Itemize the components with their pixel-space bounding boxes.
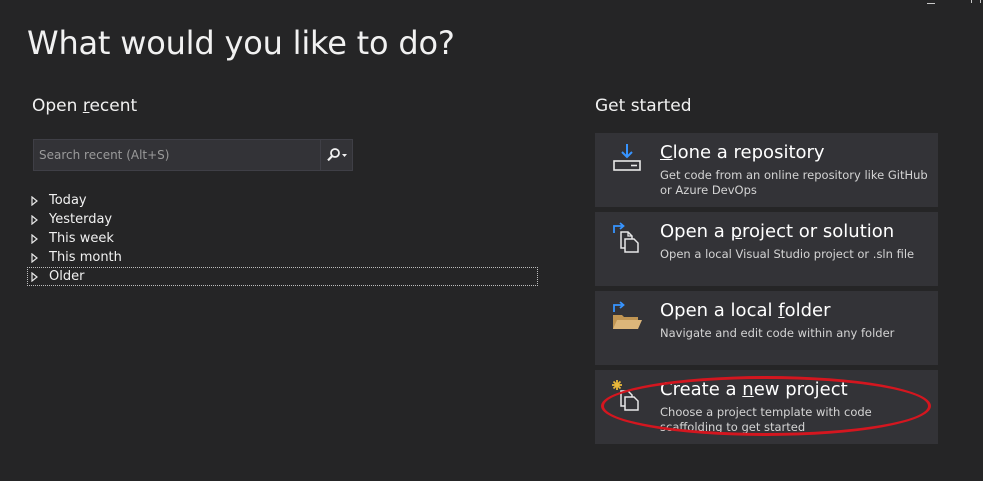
folder-icon [613,301,642,329]
card-description: Get code from an online repository like … [660,168,928,197]
card-description: Navigate and edit code within any folder [660,326,895,340]
card-description: Open a local Visual Studio project or .s… [660,247,915,261]
recent-group-label: This week [49,231,114,246]
recent-group-today[interactable]: Today [27,191,538,210]
open-project-icon [613,222,639,253]
chevron-right-icon [31,214,49,225]
open-project-button[interactable]: Open a project or solution Open a local … [595,212,938,286]
search-icon [326,148,347,162]
maximize-icon[interactable] [971,0,981,3]
get-started-heading: Get started [595,96,692,116]
recent-group-yesterday[interactable]: Yesterday [27,210,538,229]
recent-group-this-month[interactable]: This month [27,248,538,267]
window-controls [893,0,983,6]
chevron-right-icon [31,271,49,282]
clone-repository-button[interactable]: Clone a repository Get code from an onli… [595,133,938,207]
search-recent-input[interactable] [34,139,320,171]
minimize-icon[interactable] [927,0,935,4]
chevron-right-icon [31,195,49,206]
recent-group-older[interactable]: Older [27,267,538,286]
recent-group-label: This month [49,250,122,265]
search-options-button[interactable] [320,140,352,170]
recent-group-this-week[interactable]: This week [27,229,538,248]
page-title: What would you like to do? [27,24,455,62]
annotation-highlight-ring [601,376,931,436]
clone-icon [613,144,641,171]
recent-groups-list: Today Yesterday This week This month Old… [27,191,538,286]
search-recent-box [33,139,353,171]
card-title: Clone a repository [660,142,825,163]
recent-group-label: Today [49,193,87,208]
open-folder-button[interactable]: Open a local folder Navigate and edit co… [595,291,938,365]
chevron-right-icon [31,233,49,244]
recent-group-label: Older [49,269,85,284]
recent-group-label: Yesterday [49,212,113,227]
chevron-right-icon [31,252,49,263]
card-title: Open a local folder [660,300,831,321]
card-title: Open a project or solution [660,221,895,242]
open-recent-heading: Open recent [32,96,138,116]
